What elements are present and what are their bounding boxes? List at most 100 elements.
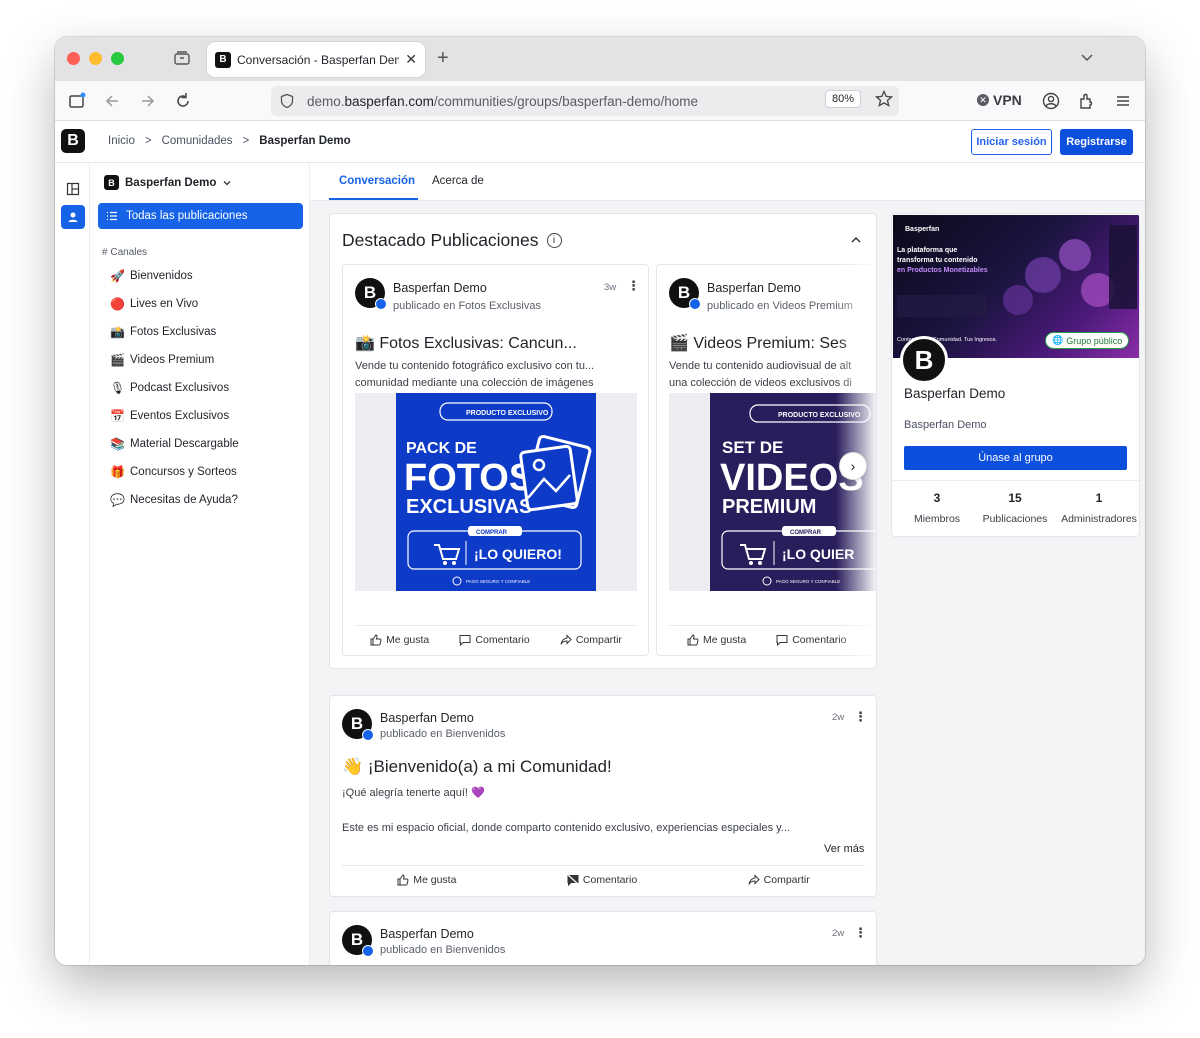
maximize-window-button[interactable] xyxy=(111,52,124,65)
group-logo-icon: B xyxy=(104,175,119,190)
comment-button[interactable]: Comentario xyxy=(567,874,637,886)
stat-value: 1 xyxy=(1095,491,1103,505)
web-page: B Inicio > Comunidades > Basperfan Demo … xyxy=(55,121,1145,965)
post-channel: publicado en Bienvenidos xyxy=(380,944,506,956)
speech-bubble-icon: 💬 xyxy=(110,493,125,507)
register-button[interactable]: Registrarse xyxy=(1060,129,1133,155)
channel-item-eventos[interactable]: 📅 Eventos Exclusivos xyxy=(110,409,229,423)
tab-overview-icon[interactable] xyxy=(173,50,191,66)
share-button[interactable]: Compartir xyxy=(748,874,810,886)
banner-brand: Basperfan xyxy=(905,226,939,233)
account-icon[interactable] xyxy=(1041,91,1061,111)
microphone-icon: 🎙 xyxy=(110,381,126,395)
breadcrumb-separator: > xyxy=(144,135,152,147)
login-button[interactable]: Iniciar sesión xyxy=(971,129,1052,155)
red-circle-icon: 🔴 xyxy=(110,297,125,311)
vpn-button[interactable]: ✕ VPN xyxy=(977,92,1022,108)
group-card-name: Basperfan Demo xyxy=(904,386,1006,401)
close-window-button[interactable] xyxy=(67,52,80,65)
shield-icon xyxy=(280,93,294,109)
comment-button[interactable]: Comentario xyxy=(776,634,846,646)
like-button[interactable]: Me gusta xyxy=(370,634,429,646)
avatar[interactable]: B xyxy=(669,278,701,310)
comment-button[interactable]: Comentario xyxy=(459,634,530,646)
channel-item-material[interactable]: 📚 Material Descargable xyxy=(110,437,239,451)
close-tab-icon[interactable]: ✕ xyxy=(405,51,417,68)
extensions-icon[interactable] xyxy=(1077,91,1097,111)
featured-heading-text: Destacado Publicaciones xyxy=(342,230,539,250)
zoom-level[interactable]: 80% xyxy=(825,90,862,108)
join-group-button[interactable]: Únase al grupo xyxy=(904,446,1127,470)
channel-label: Material Descargable xyxy=(130,438,239,450)
channel-item-videos[interactable]: 🎬 Videos Premium xyxy=(110,353,214,367)
comment-disabled-icon xyxy=(567,874,579,886)
info-icon[interactable]: i xyxy=(546,233,562,248)
breadcrumb-communities[interactable]: Comunidades xyxy=(162,135,233,147)
featured-post-card[interactable]: B Basperfan Demo publicado en Fotos Excl… xyxy=(342,264,649,656)
like-button[interactable]: Me gusta xyxy=(687,634,746,646)
list-icon xyxy=(107,211,117,221)
thumbs-up-icon xyxy=(687,633,699,645)
promo-buy: COMPRAR xyxy=(476,530,508,536)
tab-about[interactable]: Acerca de xyxy=(432,175,484,187)
group-card-subtitle: Basperfan Demo xyxy=(904,419,987,431)
like-button[interactable]: Me gusta xyxy=(397,874,456,886)
share-button[interactable]: Compartir xyxy=(560,634,622,646)
channel-item-concursos[interactable]: 🎁 Concursos y Sorteos xyxy=(110,465,237,479)
channel-item-ayuda[interactable]: 💬 Necesitas de Ayuda? xyxy=(110,493,238,507)
vpn-off-icon: ✕ xyxy=(977,94,989,106)
more-options-icon[interactable]: ⋮ xyxy=(854,926,867,939)
url-path: /communities/groups/basperfan-demo/home xyxy=(433,93,698,109)
tab-conversation[interactable]: Conversación xyxy=(339,175,415,187)
minimize-window-button[interactable] xyxy=(89,52,102,65)
group-avatar[interactable]: B xyxy=(900,336,948,384)
reload-icon[interactable] xyxy=(173,91,193,111)
post-card[interactable]: B Basperfan Demo publicado en Bienvenido… xyxy=(329,695,877,897)
avatar[interactable]: B xyxy=(342,925,374,957)
more-options-icon[interactable]: ⋮ xyxy=(854,710,867,723)
all-posts-nav[interactable]: Todas las publicaciones xyxy=(98,203,303,229)
channel-item-bienvenidos[interactable]: 🚀 Bienvenidos xyxy=(110,269,193,283)
channel-label: Podcast Exclusivos xyxy=(130,382,230,394)
post-author[interactable]: Basperfan Demo xyxy=(393,281,487,295)
post-actions: Me gusta Comentario Compartir xyxy=(342,865,865,893)
carousel-next-button[interactable]: › xyxy=(839,452,867,480)
back-icon[interactable] xyxy=(103,91,123,111)
read-more-link[interactable]: Ver más xyxy=(824,841,864,858)
post-image[interactable]: PRODUCTO EXCLUSIVO SET DE VIDEOS PREMIUM… xyxy=(669,393,876,591)
new-tab-icon[interactable]: + xyxy=(437,47,449,70)
basperfan-logo-icon[interactable]: B xyxy=(61,129,85,153)
chevron-down-icon[interactable] xyxy=(1079,49,1095,65)
post-author[interactable]: Basperfan Demo xyxy=(380,927,474,941)
menu-icon[interactable] xyxy=(1113,91,1133,111)
bookmark-star-icon[interactable] xyxy=(875,90,893,108)
post-author[interactable]: Basperfan Demo xyxy=(380,711,474,725)
post-title[interactable]: 📸 Fotos Exclusivas: Cancun... xyxy=(355,333,577,353)
post-card[interactable]: B Basperfan Demo publicado en Bienvenido… xyxy=(329,911,877,965)
sidebar-toggle-icon[interactable] xyxy=(67,91,87,111)
channel-item-lives[interactable]: 🔴 Lives en Vivo xyxy=(110,297,198,311)
post-title[interactable]: 🎬 Videos Premium: Ses xyxy=(669,333,847,353)
address-bar[interactable]: demo. basperfan.com/communities/groups/ba… xyxy=(271,86,899,116)
like-label: Me gusta xyxy=(703,633,747,646)
rail-community-item[interactable] xyxy=(61,205,85,229)
post-image[interactable]: PRODUCTO EXCLUSIVO PACK DE FOTOS EXCLUSI… xyxy=(355,393,637,591)
channel-item-fotos[interactable]: 📸 Fotos Exclusivas xyxy=(110,325,216,339)
post-title[interactable]: 👋 ¡Bienvenido(a) a mi Comunidad! xyxy=(342,757,612,777)
breadcrumb: Inicio > Comunidades > Basperfan Demo xyxy=(108,135,351,147)
avatar[interactable]: B xyxy=(355,278,387,310)
rail-grid-item[interactable] xyxy=(61,177,85,201)
site-header: B Inicio > Comunidades > Basperfan Demo … xyxy=(55,121,1145,163)
breadcrumb-home[interactable]: Inicio xyxy=(108,135,135,147)
like-label: Me gusta xyxy=(386,633,430,646)
channel-item-podcast[interactable]: 🎙 Podcast Exclusivos xyxy=(110,381,229,395)
avatar[interactable]: B xyxy=(342,709,374,741)
post-author[interactable]: Basperfan Demo xyxy=(707,281,801,295)
more-options-icon[interactable]: ⋮ xyxy=(627,279,640,292)
forward-icon[interactable] xyxy=(137,91,157,111)
promo-line1: PACK DE xyxy=(406,440,477,457)
chevron-up-icon[interactable] xyxy=(850,234,862,246)
group-selector[interactable]: B Basperfan Demo xyxy=(104,175,232,190)
chevron-right-icon: › xyxy=(850,458,856,474)
browser-tab-active[interactable]: B Conversación - Basperfan Demo ✕ xyxy=(207,42,425,77)
